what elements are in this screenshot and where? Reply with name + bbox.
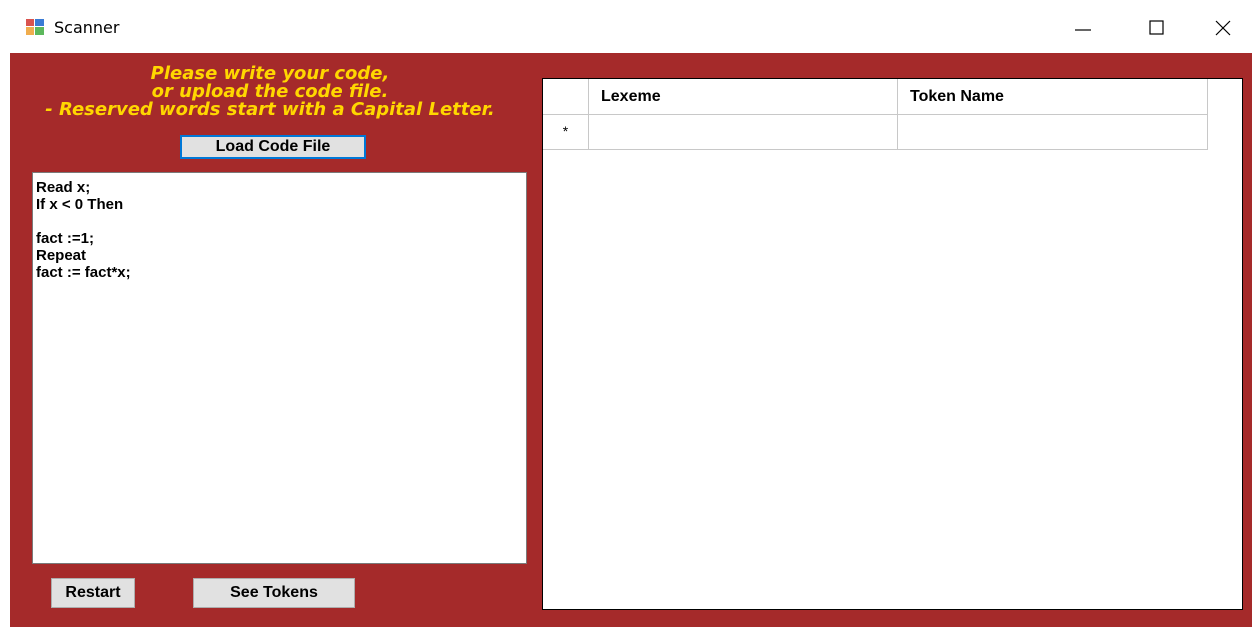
token-name-cell[interactable] — [898, 114, 1208, 149]
new-row[interactable]: * — [543, 114, 1208, 150]
grid-header: Lexeme Token Name — [543, 79, 1208, 115]
minimize-icon — [1075, 29, 1091, 31]
column-header-lexeme[interactable]: Lexeme — [589, 79, 898, 114]
minimize-button[interactable] — [1060, 10, 1106, 46]
title-bar: Scanner — [0, 0, 1252, 53]
instructions: Please write your code, or upload the co… — [10, 65, 530, 119]
main-panel: Please write your code, or upload the co… — [10, 53, 1252, 627]
lexeme-cell[interactable] — [589, 114, 898, 149]
restart-button[interactable]: Restart — [51, 578, 135, 608]
instruction-line: - Reserved words start with a Capital Le… — [45, 99, 495, 120]
row-header-corner — [543, 79, 589, 114]
maximize-icon — [1149, 20, 1164, 35]
see-tokens-button[interactable]: See Tokens — [193, 578, 355, 608]
maximize-button[interactable] — [1134, 10, 1180, 46]
code-textarea[interactable]: Read x; If x < 0 Then fact :=1; Repeat f… — [32, 172, 527, 564]
close-icon — [1215, 20, 1231, 36]
token-grid[interactable]: Lexeme Token Name * — [542, 78, 1243, 610]
window-title: Scanner — [54, 18, 120, 37]
close-button[interactable] — [1200, 10, 1246, 46]
app-icon — [26, 19, 44, 35]
new-row-marker: * — [543, 114, 589, 149]
load-code-file-button[interactable]: Load Code File — [180, 135, 366, 159]
column-header-token-name[interactable]: Token Name — [898, 79, 1208, 114]
